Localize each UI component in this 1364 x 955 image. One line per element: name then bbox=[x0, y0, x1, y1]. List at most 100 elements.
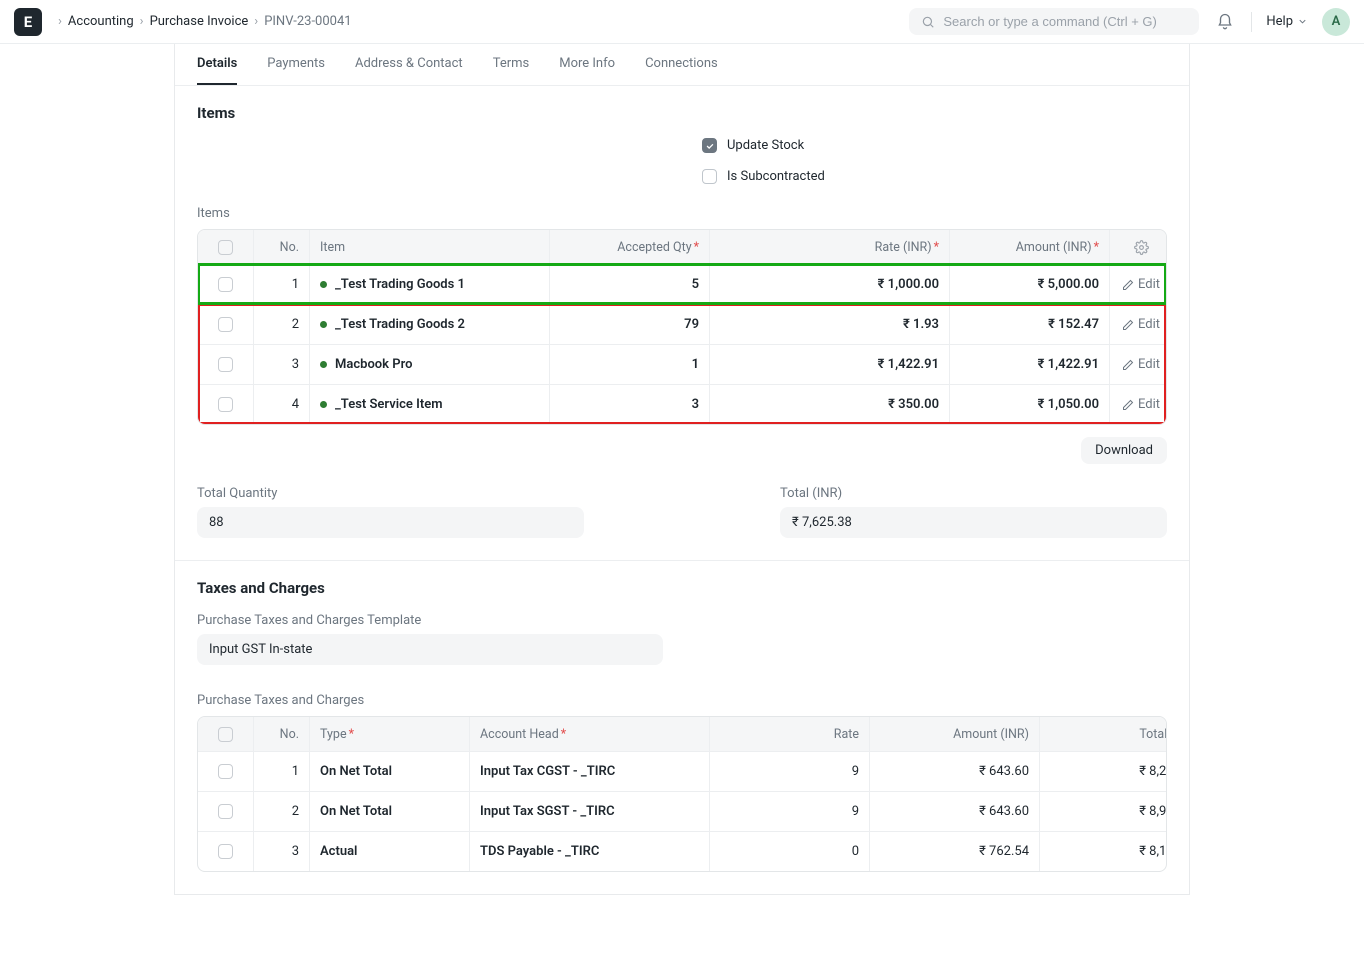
table-row[interactable]: 4 _Test Service Item 3 ₹ 350.00 ₹ 1,050.… bbox=[198, 384, 1166, 424]
items-grid-head: No. Item Accepted Qty* Rate (INR)* Amoun… bbox=[198, 230, 1166, 264]
search-input[interactable] bbox=[943, 14, 1187, 29]
tab-details[interactable]: Details bbox=[197, 56, 237, 85]
tab-more-info[interactable]: More Info bbox=[559, 56, 615, 85]
pencil-icon bbox=[1122, 399, 1134, 411]
row-qty[interactable]: 5 bbox=[550, 265, 710, 304]
row-amount: ₹ 1,422.91 bbox=[950, 345, 1110, 384]
update-stock-checkbox[interactable]: Update Stock bbox=[702, 138, 1167, 153]
bell-icon bbox=[1216, 13, 1234, 31]
col-check[interactable] bbox=[198, 230, 254, 264]
row-type[interactable]: Actual bbox=[310, 832, 470, 871]
row-account[interactable]: Input Tax SGST - _TIRC bbox=[470, 792, 710, 831]
taxes-subhead: Purchase Taxes and Charges bbox=[197, 693, 1167, 708]
row-check[interactable] bbox=[198, 752, 254, 791]
col-rate: Rate (INR)* bbox=[710, 230, 950, 264]
row-type[interactable]: On Net Total bbox=[310, 792, 470, 831]
breadcrumb-accounting[interactable]: Accounting bbox=[68, 14, 134, 29]
breadcrumb: › Accounting › Purchase Invoice › PINV-2… bbox=[58, 14, 352, 29]
app-logo[interactable]: E bbox=[14, 8, 42, 36]
col-check[interactable] bbox=[198, 717, 254, 751]
help-button[interactable]: Help bbox=[1266, 14, 1308, 29]
table-row[interactable]: 3 Macbook Pro 1 ₹ 1,422.91 ₹ 1,422.91 Ed… bbox=[198, 344, 1166, 384]
breadcrumb-current: PINV-23-00041 bbox=[264, 14, 351, 29]
update-stock-label: Update Stock bbox=[727, 138, 804, 153]
row-check[interactable] bbox=[198, 385, 254, 424]
breadcrumb-purchase-invoice[interactable]: Purchase Invoice bbox=[150, 14, 249, 29]
tab-payments[interactable]: Payments bbox=[267, 56, 325, 85]
row-check[interactable] bbox=[198, 265, 254, 304]
col-qty: Accepted Qty* bbox=[550, 230, 710, 264]
total-amount-value: ₹ 7,625.38 bbox=[780, 507, 1167, 538]
avatar[interactable]: A bbox=[1322, 8, 1350, 36]
taxes-grid: No. Type* Account Head* Rate Amount (INR… bbox=[197, 716, 1167, 872]
topbar-right: Help A bbox=[909, 8, 1350, 36]
section-taxes: Taxes and Charges Purchase Taxes and Cha… bbox=[175, 560, 1189, 894]
chevron-right-icon: › bbox=[140, 14, 144, 29]
tab-address-contact[interactable]: Address & Contact bbox=[355, 56, 463, 85]
totals-row: Total Quantity 88 Total (INR) ₹ 7,625.38 bbox=[197, 486, 1167, 538]
topbar-left: E › Accounting › Purchase Invoice › PINV… bbox=[14, 8, 352, 36]
row-rate[interactable]: 0 bbox=[710, 832, 870, 871]
row-item[interactable]: _Test Service Item bbox=[310, 385, 550, 424]
row-check[interactable] bbox=[198, 345, 254, 384]
notifications-button[interactable] bbox=[1213, 10, 1237, 34]
table-row[interactable]: 1 On Net Total Input Tax CGST - _TIRC 9 … bbox=[198, 751, 1166, 791]
divider bbox=[1251, 12, 1252, 32]
help-label: Help bbox=[1266, 14, 1293, 29]
row-rate[interactable]: ₹ 1,422.91 bbox=[710, 345, 950, 384]
tab-terms[interactable]: Terms bbox=[493, 56, 530, 85]
table-row[interactable]: 2 _Test Trading Goods 2 79 ₹ 1.93 ₹ 152.… bbox=[198, 304, 1166, 344]
search-box[interactable] bbox=[909, 8, 1199, 35]
row-amount: ₹ 643.60 bbox=[870, 752, 1040, 791]
table-row[interactable]: 2 On Net Total Input Tax SGST - _TIRC 9 … bbox=[198, 791, 1166, 831]
row-edit-button[interactable]: Edit bbox=[1110, 265, 1167, 304]
col-amount: Amount (INR) bbox=[870, 717, 1040, 751]
row-account[interactable]: TDS Payable - _TIRC bbox=[470, 832, 710, 871]
row-rate[interactable]: 9 bbox=[710, 792, 870, 831]
tab-connections[interactable]: Connections bbox=[645, 56, 718, 85]
row-edit-button[interactable]: Edit bbox=[1110, 385, 1167, 424]
row-no: 2 bbox=[254, 305, 310, 344]
row-amount: ₹ 643.60 bbox=[870, 792, 1040, 831]
row-amount: ₹ 762.54 bbox=[870, 832, 1040, 871]
row-item[interactable]: _Test Trading Goods 2 bbox=[310, 305, 550, 344]
pencil-icon bbox=[1122, 279, 1134, 291]
row-no: 1 bbox=[254, 265, 310, 304]
table-row[interactable]: 1 _Test Trading Goods 1 5 ₹ 1,000.00 ₹ 5… bbox=[198, 264, 1166, 304]
tax-template-input[interactable]: Input GST In-state bbox=[197, 634, 663, 665]
row-item[interactable]: _Test Trading Goods 1 bbox=[310, 265, 550, 304]
tax-template-label: Purchase Taxes and Charges Template bbox=[197, 613, 663, 628]
row-account[interactable]: Input Tax CGST - _TIRC bbox=[470, 752, 710, 791]
tabs: Details Payments Address & Contact Terms… bbox=[175, 44, 1189, 86]
row-rate[interactable]: 9 bbox=[710, 752, 870, 791]
status-dot-icon bbox=[320, 281, 327, 288]
row-rate[interactable]: ₹ 350.00 bbox=[710, 385, 950, 424]
row-qty[interactable]: 1 bbox=[550, 345, 710, 384]
total-qty-label: Total Quantity bbox=[197, 486, 584, 501]
row-qty[interactable]: 3 bbox=[550, 385, 710, 424]
row-check[interactable] bbox=[198, 305, 254, 344]
row-no: 2 bbox=[254, 792, 310, 831]
topbar: E › Accounting › Purchase Invoice › PINV… bbox=[0, 0, 1364, 44]
col-account: Account Head* bbox=[470, 717, 710, 751]
table-row[interactable]: 3 Actual TDS Payable - _TIRC 0 ₹ 762.54 … bbox=[198, 831, 1166, 871]
is-subcontracted-checkbox[interactable]: Is Subcontracted bbox=[702, 169, 1167, 184]
grid-settings-button[interactable] bbox=[1110, 230, 1167, 264]
row-type[interactable]: On Net Total bbox=[310, 752, 470, 791]
row-qty[interactable]: 79 bbox=[550, 305, 710, 344]
checkbox-checked-icon bbox=[702, 138, 717, 153]
row-check[interactable] bbox=[198, 832, 254, 871]
row-rate[interactable]: ₹ 1.93 bbox=[710, 305, 950, 344]
row-no: 3 bbox=[254, 832, 310, 871]
is-subcontracted-label: Is Subcontracted bbox=[727, 169, 825, 184]
status-dot-icon bbox=[320, 361, 327, 368]
row-no: 3 bbox=[254, 345, 310, 384]
row-rate[interactable]: ₹ 1,000.00 bbox=[710, 265, 950, 304]
row-edit-button[interactable]: Edit bbox=[1110, 305, 1167, 344]
download-button[interactable]: Download bbox=[1081, 437, 1167, 464]
row-edit-button[interactable]: Edit bbox=[1110, 345, 1167, 384]
total-amount-label: Total (INR) bbox=[780, 486, 1167, 501]
col-rate: Rate bbox=[710, 717, 870, 751]
row-item[interactable]: Macbook Pro bbox=[310, 345, 550, 384]
row-check[interactable] bbox=[198, 792, 254, 831]
